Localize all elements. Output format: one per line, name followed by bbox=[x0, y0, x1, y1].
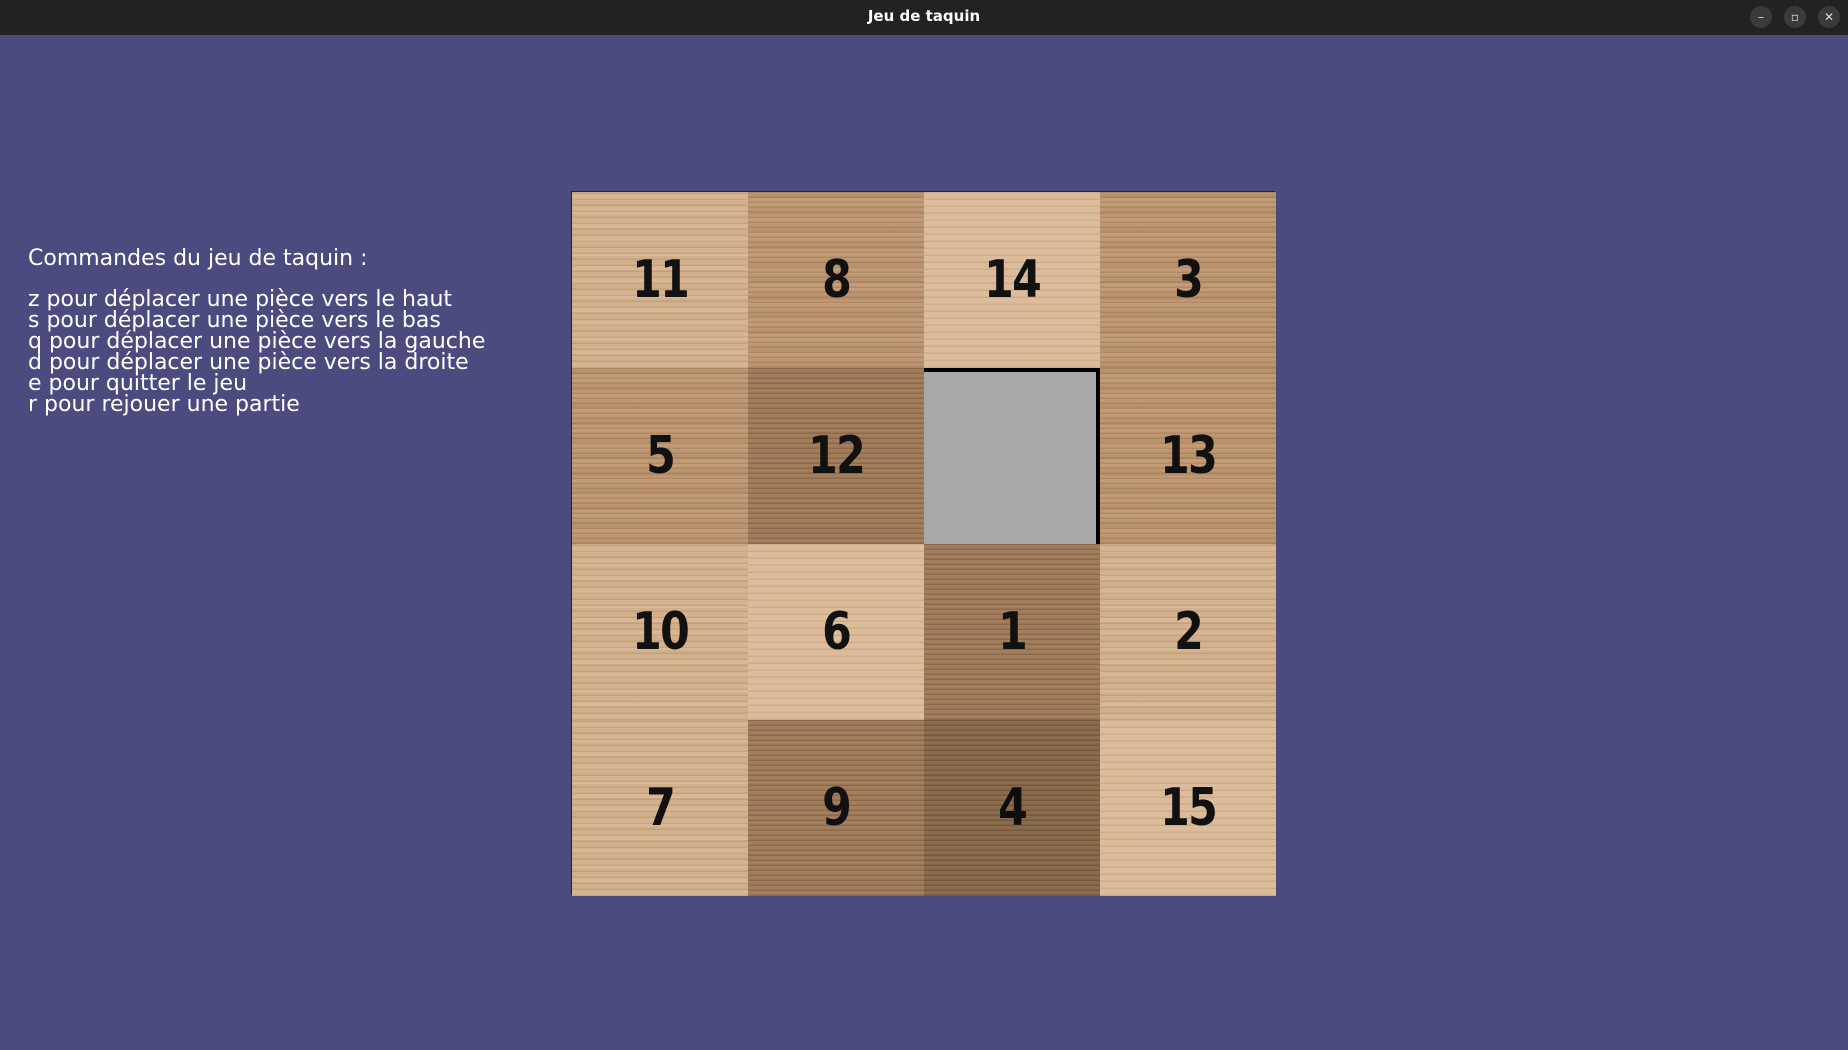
puzzle-tile[interactable]: 13 bbox=[1100, 368, 1276, 544]
tile-number: 4 bbox=[997, 778, 1028, 838]
close-button[interactable]: ✕ bbox=[1818, 6, 1840, 28]
puzzle-tile[interactable]: 1 bbox=[924, 544, 1100, 720]
minimize-button[interactable]: – bbox=[1750, 6, 1772, 28]
window-title: Jeu de taquin bbox=[867, 7, 981, 25]
puzzle-tile[interactable]: 14 bbox=[924, 192, 1100, 368]
tile-number: 5 bbox=[645, 426, 676, 486]
puzzle-tile[interactable]: 10 bbox=[572, 544, 748, 720]
tile-number: 1 bbox=[997, 602, 1028, 662]
tile-number: 12 bbox=[807, 426, 866, 486]
commands-panel: Commandes du jeu de taquin : z pour dépl… bbox=[28, 246, 486, 417]
command-up: z pour déplacer une pièce vers le haut bbox=[28, 287, 453, 312]
puzzle-tile[interactable]: 3 bbox=[1100, 192, 1276, 368]
puzzle-board: 11 8 14 3 5 12 13 10 6 1 2 7 9 4 15 bbox=[571, 191, 1276, 896]
puzzle-tile[interactable]: 7 bbox=[572, 720, 748, 896]
tile-number: 11 bbox=[631, 250, 690, 310]
tile-number: 9 bbox=[821, 778, 852, 838]
tile-number: 3 bbox=[1173, 250, 1204, 310]
maximize-button[interactable]: ▫ bbox=[1784, 6, 1806, 28]
tile-number: 6 bbox=[821, 602, 852, 662]
commands-heading: Commandes du jeu de taquin : bbox=[28, 246, 368, 271]
tile-number: 10 bbox=[631, 602, 690, 662]
command-quit: e pour quitter le jeu bbox=[28, 371, 248, 396]
command-left: q pour déplacer une pièce vers la gauche bbox=[28, 329, 486, 354]
puzzle-tile[interactable]: 2 bbox=[1100, 544, 1276, 720]
puzzle-tile[interactable]: 5 bbox=[572, 368, 748, 544]
puzzle-tile[interactable]: 12 bbox=[748, 368, 924, 544]
puzzle-tile[interactable]: 11 bbox=[572, 192, 748, 368]
tile-number: 15 bbox=[1159, 778, 1218, 838]
tile-number: 7 bbox=[645, 778, 676, 838]
tile-number: 13 bbox=[1159, 426, 1218, 486]
empty-slot bbox=[924, 368, 1100, 544]
puzzle-tile[interactable]: 9 bbox=[748, 720, 924, 896]
puzzle-tile[interactable]: 15 bbox=[1100, 720, 1276, 896]
tile-number: 2 bbox=[1173, 602, 1204, 662]
puzzle-tile[interactable]: 6 bbox=[748, 544, 924, 720]
command-right: d pour déplacer une pièce vers la droite bbox=[28, 350, 469, 375]
puzzle-tile[interactable]: 8 bbox=[748, 192, 924, 368]
tile-number: 8 bbox=[821, 250, 852, 310]
puzzle-tile[interactable]: 4 bbox=[924, 720, 1100, 896]
tile-number: 14 bbox=[983, 250, 1042, 310]
command-replay: r pour rejouer une partie bbox=[28, 392, 300, 417]
title-bar: Jeu de taquin – ▫ ✕ bbox=[0, 0, 1848, 35]
command-down: s pour déplacer une pièce vers le bas bbox=[28, 308, 441, 333]
